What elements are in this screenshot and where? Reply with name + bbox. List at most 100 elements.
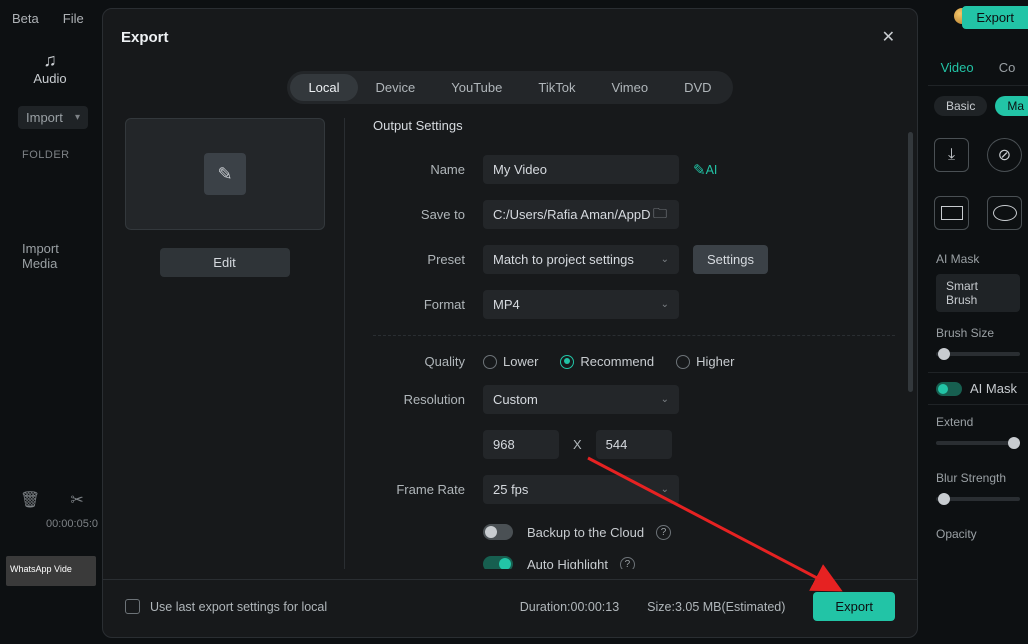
folder-section-label: FOLDER [22, 149, 78, 161]
save-to-label: Save to [373, 207, 483, 222]
output-settings-column: Output Settings Name ✎AI Save to 🗀 Prese… [345, 118, 895, 569]
ai-mask-heading: AI Mask [928, 242, 1028, 270]
blur-strength-slider[interactable] [936, 497, 1020, 501]
chevron-down-icon: ⌄ [661, 394, 669, 405]
close-icon[interactable]: ✕ [878, 23, 899, 51]
dimension-x-label: X [573, 437, 582, 452]
import-dropdown[interactable]: Import ▾ [18, 106, 88, 129]
timeline-toolbar: 🗑 ✂ [20, 490, 84, 510]
tab-vimeo[interactable]: Vimeo [593, 74, 666, 101]
menu-file[interactable]: File [51, 11, 96, 26]
ellipse-mask-icon[interactable] [987, 196, 1022, 230]
quality-lower-radio[interactable]: Lower [483, 354, 538, 369]
frame-rate-label: Frame Rate [373, 482, 483, 497]
import-mask-icon[interactable]: ⤓ [934, 138, 969, 172]
topbar-export-button[interactable]: Export [962, 6, 1028, 29]
quality-higher-label: Higher [696, 354, 734, 369]
quality-recommend-radio[interactable]: Recommend [560, 354, 654, 369]
tab-local[interactable]: Local [290, 74, 357, 101]
name-input[interactable] [483, 155, 679, 184]
height-input[interactable] [596, 430, 672, 459]
auto-highlight-label: Auto Highlight [527, 557, 608, 570]
resolution-label: Resolution [373, 392, 483, 407]
preset-select[interactable]: Match to project settings ⌄ [483, 245, 679, 274]
ai-mask-toggle[interactable] [936, 382, 962, 396]
scrollbar[interactable] [908, 132, 913, 579]
export-destination-tabs: Local Device YouTube TikTok Vimeo DVD [103, 65, 917, 118]
ai-suffix: AI [706, 163, 718, 177]
export-dialog: Export ✕ Local Device YouTube TikTok Vim… [102, 8, 918, 638]
save-to-input[interactable] [483, 200, 679, 229]
preset-label: Preset [373, 252, 483, 267]
tab-video[interactable]: Video [935, 56, 980, 79]
opacity-label: Opacity [928, 517, 1028, 545]
use-last-settings-label: Use last export settings for local [150, 600, 327, 614]
tab-device[interactable]: Device [358, 74, 434, 101]
dialog-footer: Use last export settings for local Durat… [103, 579, 917, 637]
format-select[interactable]: MP4 ⌄ [483, 290, 679, 319]
rect-mask-icon[interactable] [934, 196, 969, 230]
none-mask-icon[interactable]: ⊘ [987, 138, 1022, 172]
edit-thumbnail-button[interactable]: Edit [160, 248, 290, 277]
quality-recommend-label: Recommend [580, 354, 654, 369]
resolution-select[interactable]: Custom ⌄ [483, 385, 679, 414]
subtab-basic[interactable]: Basic [934, 96, 987, 116]
size-info: Size:3.05 MB(Estimated) [647, 600, 785, 614]
format-label: Format [373, 297, 483, 312]
quality-label: Quality [373, 354, 483, 369]
quality-lower-label: Lower [503, 354, 538, 369]
scissors-icon[interactable]: ✂ [70, 490, 83, 510]
frame-rate-value: 25 fps [493, 482, 528, 497]
smart-brush-chip[interactable]: Smart Brush [936, 274, 1020, 312]
output-settings-heading: Output Settings [373, 118, 895, 133]
quality-higher-radio[interactable]: Higher [676, 354, 734, 369]
format-value: MP4 [493, 297, 520, 312]
blur-strength-label: Blur Strength [928, 461, 1028, 489]
section-divider [373, 335, 895, 336]
width-input[interactable] [483, 430, 559, 459]
menu-beta[interactable]: Beta [0, 11, 51, 26]
brush-size-slider[interactable] [936, 352, 1020, 356]
chevron-down-icon: ▾ [75, 112, 80, 123]
tab-tiktok[interactable]: TikTok [520, 74, 593, 101]
frame-rate-select[interactable]: 25 fps ⌄ [483, 475, 679, 504]
timeline-timecode: 00:00:05:0 [46, 518, 98, 530]
left-panel: ♫ Audio Import ▾ FOLDER Import Media [0, 40, 100, 351]
chevron-down-icon: ⌄ [661, 484, 669, 495]
tab-dvd[interactable]: DVD [666, 74, 729, 101]
tab-audio[interactable]: ♫ Audio [0, 40, 100, 96]
tab-co[interactable]: Co [993, 56, 1022, 79]
thumbnail-column: ✎ Edit [125, 118, 345, 569]
preset-value: Match to project settings [493, 252, 634, 267]
ai-pencil-icon[interactable]: ✎AI [693, 161, 717, 179]
quality-radio-group: Lower Recommend Higher [483, 354, 734, 369]
chevron-down-icon: ⌄ [661, 254, 669, 265]
music-note-icon: ♫ [0, 50, 100, 71]
right-inspector-panel: Video Co Basic Ma ⤓ ⊘ AI Mask Smart Brus… [928, 50, 1028, 545]
settings-button[interactable]: Settings [693, 245, 768, 274]
pencil-icon: ✎ [204, 153, 246, 195]
backup-cloud-toggle[interactable] [483, 524, 513, 540]
auto-highlight-toggle[interactable] [483, 556, 513, 569]
name-label: Name [373, 162, 483, 177]
subtab-ma[interactable]: Ma [995, 96, 1028, 116]
trash-icon[interactable]: 🗑 [20, 490, 40, 510]
video-thumbnail: ✎ [125, 118, 325, 230]
import-media-button[interactable]: Import Media [22, 241, 78, 271]
tab-youtube[interactable]: YouTube [433, 74, 520, 101]
help-icon[interactable]: ? [620, 557, 635, 570]
dialog-title: Export [121, 29, 169, 46]
folder-icon[interactable]: 🗀 [653, 203, 667, 227]
import-label: Import [26, 110, 63, 125]
help-icon[interactable]: ? [656, 525, 671, 540]
chevron-down-icon: ⌄ [661, 299, 669, 310]
resolution-value: Custom [493, 392, 538, 407]
extend-slider[interactable] [936, 441, 1020, 445]
export-button[interactable]: Export [813, 592, 895, 621]
ai-mask-toggle-label: AI Mask [970, 381, 1017, 396]
backup-cloud-label: Backup to the Cloud [527, 525, 644, 540]
extend-label: Extend [928, 405, 1028, 433]
timeline-clip[interactable]: WhatsApp Vide [6, 556, 96, 586]
brush-size-label: Brush Size [928, 316, 1028, 344]
use-last-settings-checkbox[interactable] [125, 599, 140, 614]
